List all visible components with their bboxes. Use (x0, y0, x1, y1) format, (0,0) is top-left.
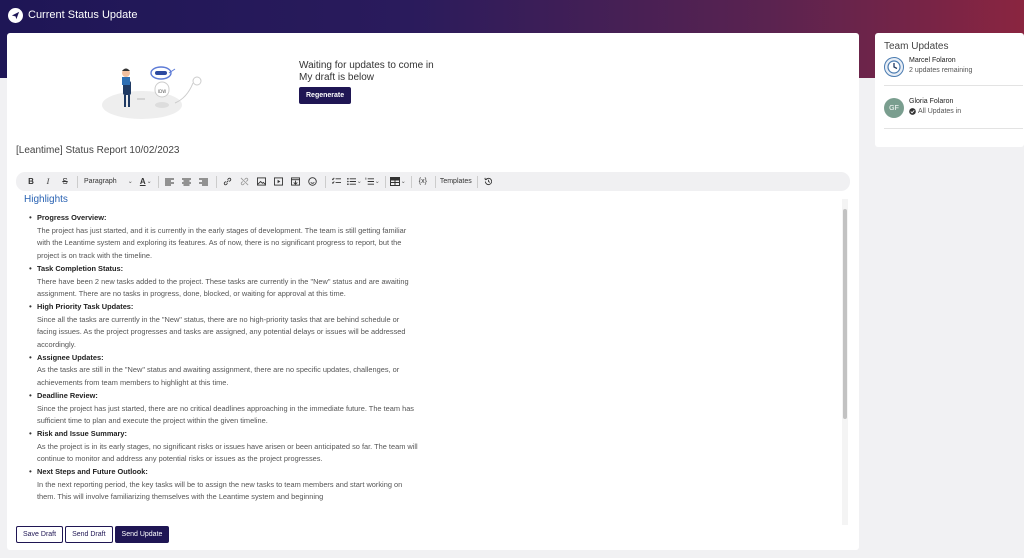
item-body: Since the project has just started, ther… (37, 403, 414, 426)
item-heading: Task Completion Status: (37, 263, 124, 273)
block-format-value: Paragraph (84, 178, 117, 185)
item-heading: High Priority Task Updates: (37, 301, 134, 311)
send-draft-button[interactable]: Send Draft (65, 526, 113, 543)
save-draft-button[interactable]: Save Draft (16, 526, 64, 543)
item-heading: Next Steps and Future Outlook: (37, 467, 148, 477)
item-body: The project has just started, and it is … (37, 225, 407, 261)
chevron-down-icon: ⌄ (400, 179, 406, 185)
toolbar-divider (384, 175, 386, 188)
align-right-icon[interactable] (197, 174, 211, 189)
link-icon[interactable] (221, 174, 235, 189)
member-name: Gloria Folaron (909, 98, 954, 105)
waiting-line-1: Waiting for updates to come in (299, 60, 434, 71)
toolbar-divider (476, 175, 478, 188)
list-item: Assignee Updates: As the tasks are still … (29, 352, 419, 390)
variables-button[interactable]: {x} (416, 174, 430, 189)
list-item: Deadline Review: Since the project has ju… (29, 390, 419, 428)
table-icon[interactable]: ⌄ (389, 174, 406, 189)
toolbar-divider (410, 175, 412, 188)
action-buttons: Save Draft Send Draft Send Update (16, 526, 170, 543)
templates-button[interactable]: Templates (440, 174, 472, 189)
team-updates-panel: Team Updates Marcel Folaron 2 updates re… (875, 33, 1024, 147)
embed-icon[interactable] (289, 174, 303, 189)
member-divider (884, 85, 1023, 86)
toolbar-divider (324, 175, 326, 188)
chevron-down-icon: ⌄ (146, 179, 152, 185)
send-update-button[interactable]: Send Update (114, 526, 170, 543)
member-status-text: All Updates in (918, 108, 962, 115)
text-color-button[interactable]: A ⌄ (139, 174, 153, 189)
team-member-gloria[interactable]: GF Gloria Folaron All Updates in (884, 96, 1022, 122)
list-item: Progress Overview: The project has just s… (29, 212, 419, 263)
paper-plane-icon (8, 7, 23, 23)
text-color-icon: A (139, 177, 146, 186)
window-title: Current Status Update (28, 9, 138, 21)
highlights-list: Progress Overview: The project has just s… (29, 212, 419, 504)
emoji-icon[interactable] (306, 174, 320, 189)
robot-illustration: IDW (102, 66, 202, 119)
align-center-icon[interactable] (180, 174, 194, 189)
item-heading: Assignee Updates: (37, 352, 104, 362)
item-body: There have been 2 new tasks added to the… (37, 276, 409, 299)
item-body: In the next reporting period, the key ta… (37, 479, 403, 502)
editor-toolbar: B I S Paragraph ⌄ A ⌄ ⌄ ⌄ ⌄ {x} Template… (16, 172, 850, 191)
regenerate-button[interactable]: Regenerate (299, 87, 352, 104)
member-name: Marcel Folaron (909, 57, 956, 64)
align-left-icon[interactable] (163, 174, 177, 189)
toolbar-divider (215, 175, 217, 188)
toolbar-divider (434, 175, 436, 188)
block-format-select[interactable]: Paragraph ⌄ (82, 178, 133, 185)
status-update-card: IDW Waiting for updates to come in My dr… (7, 33, 859, 550)
list-item: Risk and Issue Summary: As the project is… (29, 428, 419, 466)
media-icon[interactable] (272, 174, 286, 189)
toolbar-divider (77, 175, 78, 188)
member-status: All Updates in (909, 108, 961, 115)
italic-button[interactable]: I (41, 174, 55, 189)
member-status: 2 updates remaining (909, 67, 972, 74)
item-heading: Risk and Issue Summary: (37, 428, 127, 438)
check-circle-icon (909, 108, 916, 115)
image-icon[interactable] (255, 174, 269, 189)
list-item: High Priority Task Updates: Since all the… (29, 301, 419, 352)
item-body: Since all the tasks are currently in the… (37, 314, 406, 350)
avatar: GF (884, 98, 904, 118)
team-member-marcel[interactable]: Marcel Folaron 2 updates remaining (884, 55, 1022, 81)
item-body: As the tasks are still in the "New" stat… (37, 365, 400, 388)
numbered-list-icon[interactable]: ⌄ (365, 174, 380, 189)
waiting-line-2: My draft is below (299, 72, 375, 83)
strikethrough-button[interactable]: S (58, 174, 72, 189)
team-updates-title: Team Updates (884, 41, 949, 52)
window-title-bar: Current Status Update (8, 6, 137, 24)
history-icon[interactable] (482, 174, 496, 189)
waiting-message: Waiting for updates to come in My draft … (299, 60, 434, 84)
chevron-down-icon: ⌄ (127, 179, 133, 185)
checklist-icon[interactable] (330, 174, 344, 189)
editor-scrollbar-thumb[interactable] (843, 209, 847, 419)
chevron-down-icon: ⌄ (374, 179, 380, 185)
svg-text:IDW: IDW (158, 89, 166, 94)
item-heading: Deadline Review: (37, 390, 98, 400)
member-divider (884, 128, 1023, 129)
report-editor[interactable]: Highlights Progress Overview: The project… (16, 191, 850, 525)
bullet-list-icon[interactable]: ⌄ (346, 174, 362, 189)
item-body: As the project is in its early stages, n… (37, 441, 418, 464)
report-title[interactable]: [Leantime] Status Report 10/02/2023 (16, 145, 179, 156)
unlink-icon[interactable] (238, 174, 252, 189)
item-heading: Progress Overview: (37, 213, 107, 222)
list-item: Next Steps and Future Outlook: In the nex… (29, 466, 419, 504)
chevron-down-icon: ⌄ (356, 179, 362, 185)
clock-icon (884, 57, 904, 77)
member-status-text: 2 updates remaining (909, 67, 973, 74)
bold-button[interactable]: B (24, 174, 38, 189)
section-heading: Highlights (24, 194, 68, 205)
toolbar-divider (157, 175, 159, 188)
list-item: Task Completion Status: There have been 2… (29, 263, 419, 301)
